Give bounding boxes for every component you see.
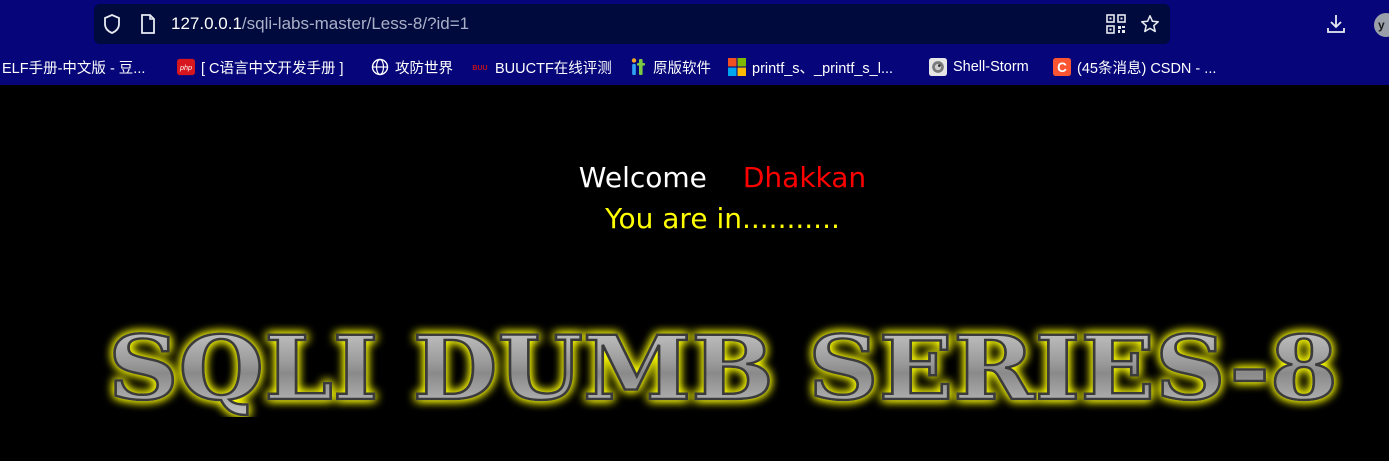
- bookmark-label: 攻防世界: [395, 60, 453, 77]
- bookmark-shell-storm[interactable]: Shell-Storm: [929, 56, 1029, 78]
- welcome-text: Welcome: [578, 161, 707, 194]
- bookmark-original-software[interactable]: 原版软件: [629, 56, 711, 78]
- bookmark-printf-s[interactable]: printf_s、_printf_s_l...: [728, 56, 893, 78]
- url-path: /sqli-labs-master/Less-8/?id=1: [241, 14, 470, 33]
- microsoft-icon: [728, 58, 746, 76]
- browser-chrome: 127.0.0.1/sqli-labs-master/Less-8/?id=1: [0, 0, 1389, 85]
- svg-text:BUU: BUU: [472, 65, 487, 72]
- bookmark-label: printf_s、_printf_s_l...: [752, 60, 894, 77]
- user-name: Dhakkan: [742, 161, 867, 194]
- svg-text:php: php: [179, 63, 192, 72]
- shell-storm-icon: [929, 58, 947, 76]
- csdn-icon: C: [1053, 58, 1071, 76]
- svg-text:C: C: [1057, 60, 1067, 75]
- logo-text: SQLI DUMB SERIES-8: [108, 317, 1338, 417]
- original-software-icon: [629, 58, 647, 76]
- browser-toolbar: 127.0.0.1/sqli-labs-master/Less-8/?id=1: [0, 0, 1389, 48]
- globe-icon: [371, 58, 389, 76]
- welcome-message: Welcome Dhakkan: [0, 161, 1389, 194]
- bookmark-adworld[interactable]: 攻防世界: [371, 56, 453, 78]
- bookmark-elf-manual[interactable]: ELF手册-中文版 - 豆...: [2, 56, 145, 78]
- bookmark-label: 原版软件: [653, 60, 711, 77]
- bookmark-label: ELF手册-中文版 - 豆...: [2, 60, 146, 77]
- buuctf-icon: BUU: [471, 58, 489, 76]
- bookmark-c-language-manual[interactable]: php [ C语言中文开发手册 ]: [177, 56, 344, 78]
- bookmark-label: (45条消息) CSDN - ...: [1077, 60, 1217, 77]
- url-text[interactable]: 127.0.0.1/sqli-labs-master/Less-8/?id=1: [171, 14, 469, 34]
- url-host: 127.0.0.1: [171, 14, 242, 33]
- bookmark-star-icon[interactable]: [1140, 14, 1160, 34]
- bookmark-label: Shell-Storm: [953, 59, 1029, 75]
- account-avatar[interactable]: y: [1374, 13, 1389, 37]
- bookmark-csdn[interactable]: C (45条消息) CSDN - ...: [1053, 56, 1216, 78]
- status-message: You are in...........: [605, 202, 840, 235]
- php-icon: php: [177, 58, 195, 76]
- page-content: Welcome Dhakkan You are in........... SQ…: [0, 85, 1389, 461]
- bookmark-label: [ C语言中文开发手册 ]: [201, 60, 344, 77]
- address-bar[interactable]: 127.0.0.1/sqli-labs-master/Less-8/?id=1: [94, 4, 1170, 44]
- sqli-dumb-series-logo: SQLI DUMB SERIES-8: [98, 315, 1348, 422]
- bookmark-buuctf[interactable]: BUU BUUCTF在线评测: [471, 56, 612, 78]
- download-icon[interactable]: [1325, 13, 1347, 35]
- qr-code-icon[interactable]: [1106, 14, 1126, 34]
- bookmarks-bar: ELF手册-中文版 - 豆... php [ C语言中文开发手册 ] 攻防世界 …: [0, 52, 1389, 82]
- shield-icon[interactable]: [102, 14, 122, 34]
- bookmark-label: BUUCTF在线评测: [495, 60, 612, 77]
- page-icon[interactable]: [138, 14, 158, 34]
